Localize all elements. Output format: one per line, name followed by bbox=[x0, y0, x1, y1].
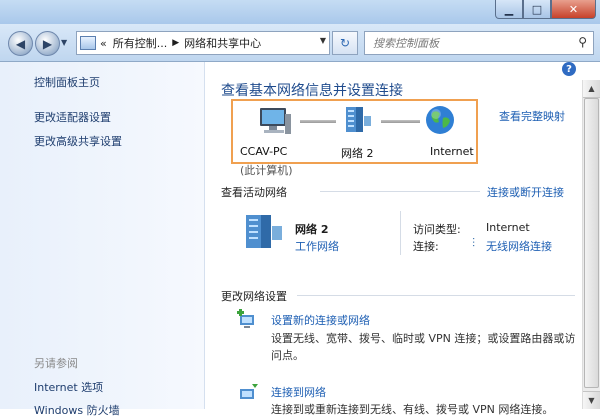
setup-new-connection-description: 设置无线、宽带、拨号、临时或 VPN 连接；或设置路由器或访问点。 bbox=[271, 332, 576, 362]
chevron-up-icon: ▲ bbox=[588, 84, 595, 93]
chevron-down-icon: ▼ bbox=[588, 396, 595, 405]
view-full-map-link[interactable]: 查看完整映射 bbox=[499, 108, 565, 124]
breadcrumb-separator-icon[interactable]: ▶ bbox=[172, 38, 179, 48]
help-icon: ? bbox=[566, 63, 572, 75]
sidebar-item-advanced-sharing[interactable]: 更改高级共享设置 bbox=[34, 133, 122, 149]
wireless-connection-link[interactable]: 无线网络连接 bbox=[486, 238, 552, 254]
map-connector-1 bbox=[300, 120, 336, 123]
sidebar-item-control-panel-home[interactable]: 控制面板主页 bbox=[34, 74, 100, 90]
active-network-name: 网络 2 bbox=[295, 223, 329, 236]
address-overflow[interactable]: « bbox=[100, 37, 107, 50]
close-button[interactable]: ✕ bbox=[551, 0, 596, 19]
back-arrow-icon: ◀ bbox=[15, 36, 26, 51]
map-connector-2 bbox=[381, 120, 420, 123]
search-icon[interactable]: ⚲ bbox=[578, 35, 587, 49]
maximize-button[interactable]: □ bbox=[523, 0, 551, 19]
node-label-internet: Internet bbox=[430, 145, 474, 158]
connect-to-network-link[interactable]: 连接到网络 bbox=[271, 384, 326, 400]
network-location-link[interactable]: 工作网络 bbox=[295, 238, 339, 254]
sidebar-item-internet-options[interactable]: Internet 选项 bbox=[34, 379, 103, 395]
search-input[interactable] bbox=[371, 35, 575, 51]
refresh-button[interactable]: ↻ bbox=[332, 31, 358, 55]
breadcrumb-network-sharing-center[interactable]: 网络和共享中心 bbox=[184, 35, 261, 51]
internet-globe-icon bbox=[424, 104, 456, 139]
node-label-network: 网络 2 bbox=[341, 147, 374, 160]
minimize-icon: ▁ bbox=[504, 2, 514, 16]
computer-icon bbox=[258, 106, 292, 139]
control-panel-icon bbox=[80, 36, 96, 50]
network-icon bbox=[340, 104, 374, 139]
address-dropdown-icon[interactable]: ▼ bbox=[320, 36, 326, 45]
new-connection-icon bbox=[236, 308, 260, 335]
connection-label: 连接: bbox=[413, 240, 439, 253]
active-networks-heading: 查看活动网络 bbox=[221, 186, 287, 199]
section-divider bbox=[320, 191, 480, 192]
forward-button[interactable]: ▶ bbox=[35, 31, 60, 56]
search-box[interactable]: ⚲ bbox=[364, 31, 594, 55]
refresh-icon: ↻ bbox=[339, 36, 351, 50]
see-also-heading: 另请参阅 bbox=[34, 357, 78, 370]
change-settings-heading: 更改网络设置 bbox=[221, 290, 287, 303]
sidebar: 控制面板主页 更改适配器设置 更改高级共享设置 另请参阅 Internet 选项… bbox=[0, 62, 205, 417]
history-dropdown-icon[interactable]: ▼ bbox=[61, 38, 67, 47]
page-title: 查看基本网络信息并设置连接 bbox=[221, 83, 403, 99]
access-type-value: Internet bbox=[486, 221, 530, 234]
node-label-pc: CCAV-PC bbox=[240, 145, 288, 158]
connect-disconnect-link[interactable]: 连接或断开连接 bbox=[487, 184, 564, 200]
navigation-bar: ◀ ▶ ▼ « 所有控制... ▶ 网络和共享中心 ▼ ↻ ⚲ bbox=[0, 24, 600, 62]
close-icon: ✕ bbox=[568, 2, 579, 16]
scroll-down-button[interactable]: ▼ bbox=[583, 391, 600, 409]
address-bar[interactable]: « 所有控制... ▶ 网络和共享中心 ▼ bbox=[76, 31, 330, 55]
help-button[interactable]: ? bbox=[562, 62, 576, 76]
back-button[interactable]: ◀ bbox=[8, 31, 33, 56]
setup-new-connection-link[interactable]: 设置新的连接或网络 bbox=[271, 312, 370, 328]
active-network-icon bbox=[238, 212, 286, 255]
scroll-thumb[interactable] bbox=[584, 98, 599, 388]
title-bar: ▁ □ ✕ bbox=[0, 0, 600, 24]
sidebar-item-change-adapter-settings[interactable]: 更改适配器设置 bbox=[34, 109, 111, 125]
breadcrumb-all-control-panel[interactable]: 所有控制... bbox=[113, 35, 168, 51]
access-type-label: 访问类型: bbox=[413, 223, 461, 236]
wireless-signal-icon: ⫶ bbox=[472, 236, 476, 250]
this-computer-caption: (此计算机) bbox=[240, 164, 293, 177]
maximize-icon: □ bbox=[531, 2, 543, 16]
minimize-button[interactable]: ▁ bbox=[495, 0, 523, 19]
connect-to-network-description: 连接到或重新连接到无线、有线、拨号或 VPN 网络连接。 bbox=[271, 403, 554, 416]
connect-network-icon bbox=[236, 382, 260, 409]
scroll-up-button[interactable]: ▲ bbox=[583, 80, 600, 98]
window-controls: ▁ □ ✕ bbox=[495, 0, 596, 19]
forward-arrow-icon: ▶ bbox=[42, 36, 53, 51]
sidebar-item-windows-firewall[interactable]: Windows 防火墙 bbox=[34, 402, 120, 418]
vertical-divider bbox=[400, 211, 401, 255]
vertical-scrollbar[interactable]: ▲ ▼ bbox=[582, 80, 600, 409]
section-divider bbox=[297, 295, 575, 296]
